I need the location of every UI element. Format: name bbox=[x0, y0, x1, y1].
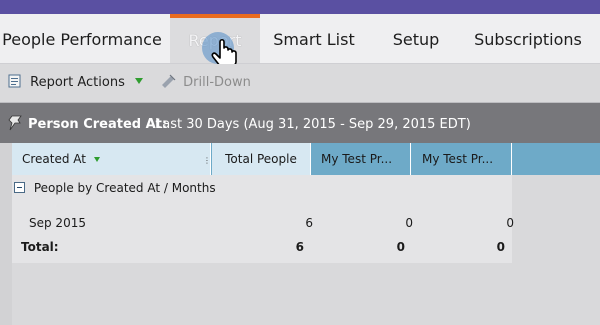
left-strip bbox=[0, 143, 12, 325]
report-actions-button[interactable]: Report Actions bbox=[8, 74, 143, 90]
total-label: Total: bbox=[21, 240, 59, 254]
column-header-my-test-program-2[interactable]: My Test Pr... bbox=[412, 143, 512, 175]
collapse-icon[interactable] bbox=[14, 182, 25, 193]
grid-body: People by Created At / Months Sep 2015 6… bbox=[12, 175, 514, 263]
column-menu-icon[interactable]: ⋮⋮ bbox=[203, 145, 210, 175]
cell-total-people: 6 bbox=[305, 216, 313, 230]
sort-icon bbox=[93, 157, 100, 162]
report-grid: Created At ⋮⋮ Total People My Test Pr...… bbox=[12, 143, 600, 263]
criteria-label: Person Created At: bbox=[28, 117, 168, 132]
column-header-label: Total People bbox=[225, 152, 297, 166]
grid-header: Created At ⋮⋮ Total People My Test Pr...… bbox=[12, 143, 600, 175]
column-header-label: My Test Pr... bbox=[321, 152, 393, 166]
report-actions-icon bbox=[8, 74, 21, 88]
tab-people-performance[interactable]: People Performance bbox=[0, 14, 164, 63]
column-header-total-people[interactable]: Total People bbox=[212, 143, 311, 175]
cell-my-test-program-2: 0 bbox=[506, 216, 514, 230]
total-total-people: 6 bbox=[295, 240, 304, 254]
total-my-test-program-2: 0 bbox=[496, 240, 505, 254]
column-header-label: Created At bbox=[22, 152, 87, 166]
row-label: Sep 2015 bbox=[29, 216, 86, 230]
tab-subscriptions[interactable]: Subscriptions bbox=[470, 14, 586, 63]
report-toolbar: Report Actions Drill-Down bbox=[0, 64, 600, 103]
drill-down-label: Drill-Down bbox=[183, 75, 251, 90]
pin-icon bbox=[8, 115, 22, 131]
total-my-test-program-1: 0 bbox=[396, 240, 405, 254]
column-header-created-at[interactable]: Created At ⋮⋮ bbox=[12, 143, 211, 175]
tab-smart-list[interactable]: Smart List bbox=[268, 14, 360, 63]
tab-label: People Performance bbox=[2, 30, 162, 49]
group-label: People by Created At / Months bbox=[33, 181, 216, 195]
drill-down-icon bbox=[162, 74, 176, 88]
total-row: Total: 6 0 0 bbox=[12, 237, 512, 259]
report-actions-label: Report Actions bbox=[30, 75, 125, 90]
column-header-label: My Test Pr... bbox=[422, 152, 494, 166]
criteria-value: Last 30 Days (Aug 31, 2015 - Sep 29, 201… bbox=[155, 117, 471, 132]
brand-bar bbox=[0, 0, 600, 14]
table-row[interactable]: Sep 2015 6 0 0 bbox=[12, 213, 514, 235]
tab-setup[interactable]: Setup bbox=[380, 14, 452, 63]
drill-down-button[interactable]: Drill-Down bbox=[160, 74, 251, 90]
group-row[interactable]: People by Created At / Months bbox=[12, 181, 216, 195]
column-header-my-test-program-1[interactable]: My Test Pr... bbox=[311, 143, 411, 175]
cell-my-test-program-1: 0 bbox=[405, 216, 413, 230]
chevron-down-icon bbox=[135, 78, 143, 84]
criteria-bar: Person Created At: Last 30 Days (Aug 31,… bbox=[0, 103, 600, 143]
tab-label: Subscriptions bbox=[474, 30, 582, 49]
tab-bar: People Performance Report Smart List Set… bbox=[0, 14, 600, 64]
tab-label: Smart List bbox=[273, 30, 355, 49]
tab-label: Setup bbox=[392, 30, 440, 49]
